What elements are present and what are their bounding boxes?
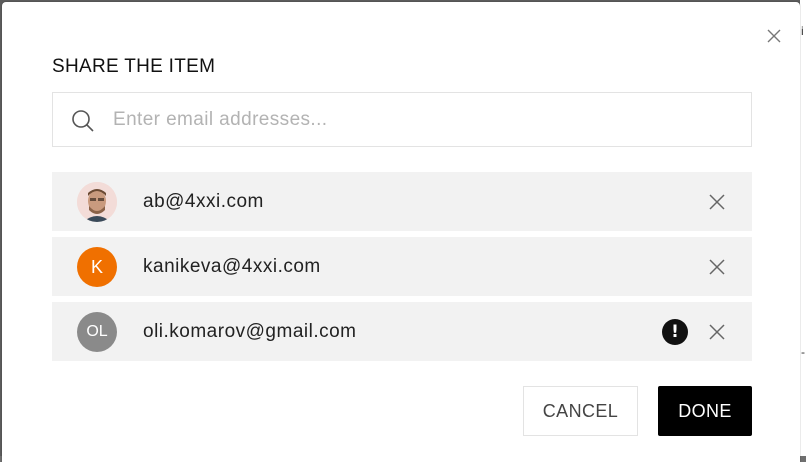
background-page-strip [800, 0, 806, 456]
recipient-email: kanikeva@4xxi.com [143, 256, 321, 277]
share-dialog: SHARE THE ITEM ab@4xxi.com [2, 2, 800, 462]
background-edge-text: - [801, 345, 805, 359]
recipient-email: ab@4xxi.com [143, 191, 264, 212]
avatar: K [77, 247, 117, 287]
recipient-email: oli.komarov@gmail.com [143, 321, 357, 342]
search-icon [71, 109, 95, 133]
cancel-button[interactable]: CANCEL [523, 386, 638, 436]
email-input[interactable] [113, 93, 733, 146]
dialog-title: SHARE THE ITEM [52, 56, 216, 77]
avatar [77, 182, 117, 222]
recipient-row: ab@4xxi.com [52, 172, 752, 231]
remove-recipient-icon[interactable] [707, 322, 727, 342]
remove-recipient-icon[interactable] [707, 257, 727, 277]
recipient-row: K kanikeva@4xxi.com [52, 237, 752, 296]
warning-icon[interactable]: ! [662, 319, 688, 345]
close-icon[interactable] [764, 26, 784, 46]
recipient-row: OL oli.komarov@gmail.com ! [52, 302, 752, 361]
avatar: OL [77, 312, 117, 352]
email-search-box[interactable] [52, 92, 752, 147]
background-edge-text: i [801, 24, 804, 38]
done-button[interactable]: DONE [658, 386, 752, 436]
remove-recipient-icon[interactable] [707, 192, 727, 212]
